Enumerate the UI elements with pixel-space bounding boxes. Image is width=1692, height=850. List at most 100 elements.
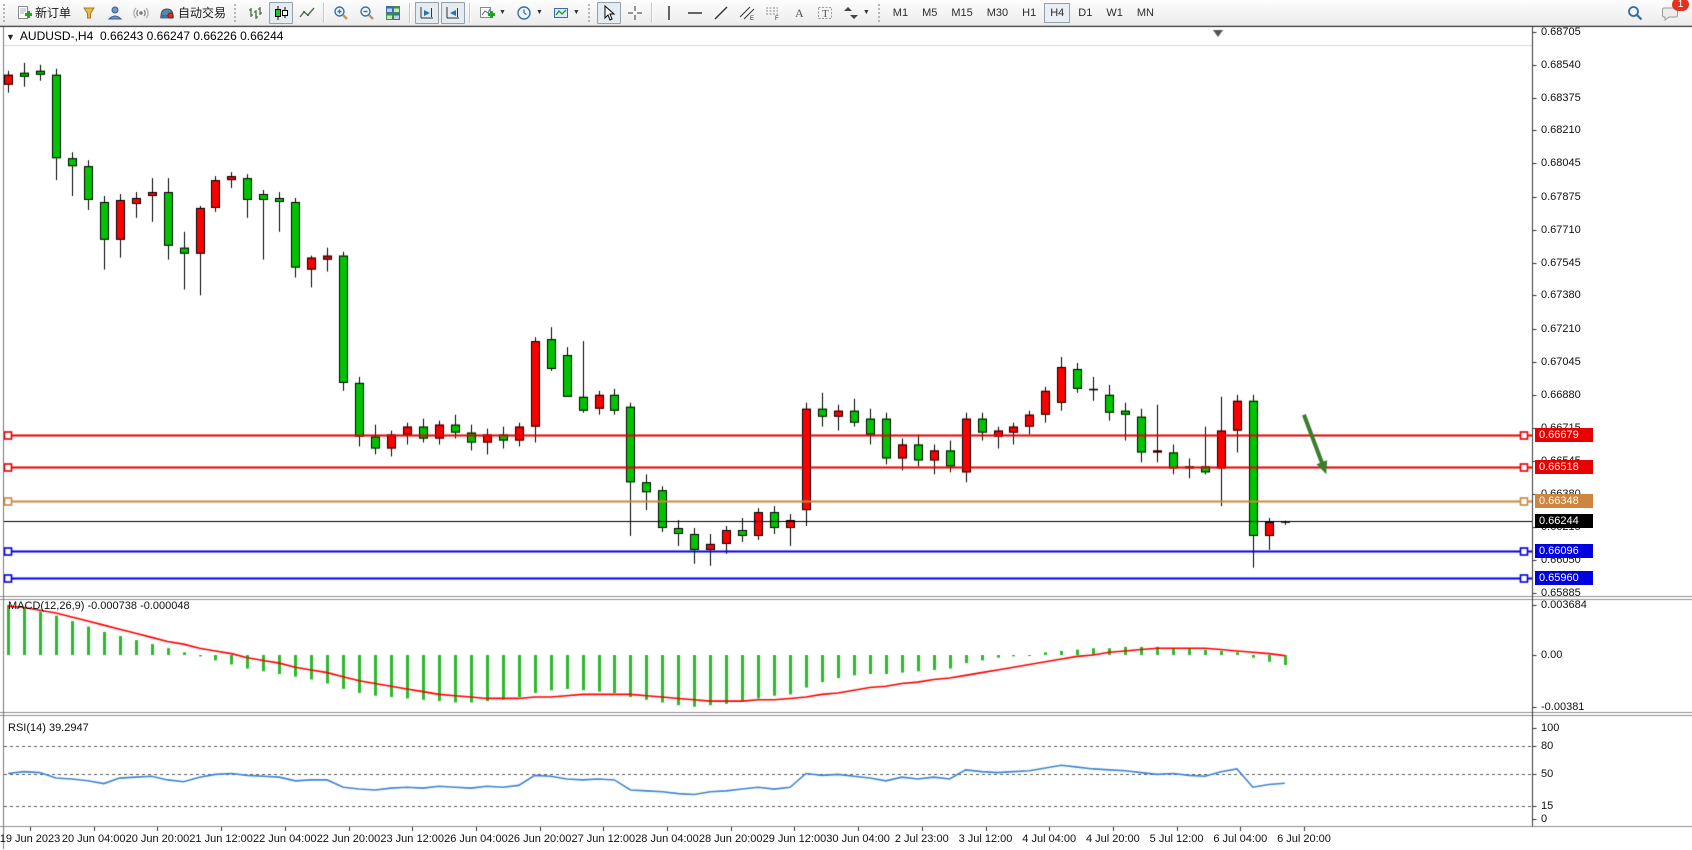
rsi-axis-tick: 15 — [1541, 800, 1553, 812]
timeframe-button-mn[interactable]: MN — [1131, 3, 1160, 23]
macd-axis-tick: 0.00 — [1541, 649, 1562, 661]
crosshair-button[interactable] — [623, 2, 647, 24]
timeframe-button-m1[interactable]: M1 — [887, 3, 914, 23]
zoom-out-button[interactable] — [355, 2, 379, 24]
fibonacci-icon: F — [765, 5, 781, 21]
vertical-line-icon — [661, 5, 677, 21]
arrows-tool-button[interactable]: ▼ — [839, 2, 874, 24]
timeframe-toolbar: M1M5M15M30H1H4D1W1MN — [886, 3, 1161, 23]
date-axis-label: 27 Jun 12:00 — [571, 833, 635, 845]
timeframe-button-m5[interactable]: M5 — [916, 3, 943, 23]
timeframe-button-m15[interactable]: M15 — [945, 3, 978, 23]
equidistant-channel-tool-button[interactable]: E — [735, 2, 759, 24]
symbol-period-label: AUDUSD-,H4 — [20, 29, 93, 43]
market-watch-button[interactable] — [77, 2, 101, 24]
profile-button[interactable] — [103, 2, 127, 24]
toolbar-grip[interactable] — [588, 4, 593, 22]
vertical-line-tool-button[interactable] — [657, 2, 681, 24]
main-toolbar: 新订单 自动交易 — [0, 0, 1692, 26]
date-axis-label: 23 Jun 12:00 — [380, 833, 444, 845]
search-button[interactable] — [1623, 2, 1647, 24]
toolbar-separator — [469, 3, 471, 23]
new-order-button[interactable]: 新订单 — [12, 2, 75, 24]
horizontal-line-tool-button[interactable] — [683, 2, 707, 24]
text-tool-button[interactable]: A — [787, 2, 811, 24]
rsi-axis-tick: 80 — [1541, 740, 1553, 752]
line-chart-icon — [299, 5, 315, 21]
price-line-tag[interactable]: 0.66348 — [1535, 494, 1593, 508]
candlestick-mode-button[interactable] — [269, 2, 293, 24]
zoom-in-button[interactable] — [329, 2, 353, 24]
trendline-tool-button[interactable] — [709, 2, 733, 24]
svg-text:A: A — [795, 6, 804, 20]
price-axis-tick: 0.65885 — [1541, 587, 1581, 599]
notification-badge: 1 — [1672, 0, 1689, 11]
ohlc-readout: 0.66243 0.66247 0.66226 0.66244 — [100, 29, 284, 43]
chart-shift-button[interactable] — [415, 2, 439, 24]
line-chart-mode-button[interactable] — [295, 2, 319, 24]
timeframe-button-m30[interactable]: M30 — [981, 3, 1014, 23]
toolbar-grip[interactable] — [878, 4, 883, 22]
price-line-tag[interactable]: 0.66679 — [1535, 428, 1593, 442]
indicators-button[interactable]: ▼ — [475, 2, 510, 24]
macd-axis-tick: 0.003684 — [1541, 599, 1587, 611]
timeframe-button-d1[interactable]: D1 — [1072, 3, 1098, 23]
template-icon — [553, 5, 569, 21]
auto-scroll-icon — [445, 5, 461, 21]
trendline-icon — [713, 5, 729, 21]
price-axis-tick: 0.68540 — [1541, 59, 1581, 71]
clock-icon — [516, 5, 532, 21]
price-line-tag[interactable]: 0.65960 — [1535, 571, 1593, 585]
chart-window: ▼ AUDUSD-,H4 0.66243 0.66247 0.66226 0.66… — [0, 26, 1692, 850]
bar-chart-mode-button[interactable] — [243, 2, 267, 24]
periods-button[interactable]: ▼ — [512, 2, 547, 24]
price-line-tag[interactable]: 0.66244 — [1535, 514, 1593, 528]
svg-text:T: T — [822, 8, 829, 20]
date-axis-label: 21 Jun 12:00 — [189, 833, 253, 845]
date-axis-label: 20 Jun 20:00 — [126, 833, 190, 845]
price-chart-canvas[interactable] — [0, 26, 1692, 850]
toolbar-grip[interactable] — [234, 4, 239, 22]
timeframe-button-h4[interactable]: H4 — [1044, 3, 1070, 23]
date-axis-label: 4 Jul 04:00 — [1022, 833, 1076, 845]
templates-button[interactable]: ▼ — [549, 2, 584, 24]
collapse-triangle-icon[interactable]: ▼ — [6, 32, 15, 42]
auto-trading-button[interactable]: 自动交易 — [155, 2, 230, 24]
text-label-tool-button[interactable]: T — [813, 2, 837, 24]
signal-icon — [133, 5, 149, 21]
date-axis-label: 6 Jul 04:00 — [1213, 833, 1267, 845]
profile-icon — [107, 5, 123, 21]
price-axis-tick: 0.68705 — [1541, 26, 1581, 38]
timeframe-button-w1[interactable]: W1 — [1100, 3, 1129, 23]
toolbar-grip[interactable] — [3, 4, 8, 22]
price-line-tag[interactable]: 0.66518 — [1535, 460, 1593, 474]
chevron-down-icon: ▼ — [863, 9, 870, 16]
price-axis-tick: 0.67545 — [1541, 257, 1581, 269]
signals-button[interactable] — [129, 2, 153, 24]
price-line-tag[interactable]: 0.66096 — [1535, 544, 1593, 558]
macd-axis-tick: -0.00381 — [1541, 701, 1584, 713]
text-label-icon: T — [817, 5, 833, 21]
date-axis-label: 26 Jun 20:00 — [508, 833, 572, 845]
notifications-button[interactable]: 1 — [1658, 2, 1683, 24]
zoom-out-icon — [359, 5, 375, 21]
auto-trading-icon — [159, 5, 175, 21]
price-axis-tick: 0.68210 — [1541, 124, 1581, 136]
price-axis-tick: 0.67045 — [1541, 356, 1581, 368]
bar-chart-icon — [247, 5, 263, 21]
auto-scroll-button[interactable] — [441, 2, 465, 24]
macd-indicator-label: MACD(12,26,9) -0.000738 -0.000048 — [8, 600, 190, 612]
fibonacci-tool-button[interactable]: F — [761, 2, 785, 24]
price-axis-tick: 0.67210 — [1541, 323, 1581, 335]
svg-text:E: E — [750, 16, 754, 21]
date-axis-label: 6 Jul 20:00 — [1277, 833, 1331, 845]
chevron-down-icon: ▼ — [573, 9, 580, 16]
timeframe-button-h1[interactable]: H1 — [1016, 3, 1042, 23]
cursor-arrow-icon — [601, 5, 617, 21]
rsi-indicator-label: RSI(14) 39.2947 — [8, 722, 89, 734]
price-axis-tick: 0.67710 — [1541, 224, 1581, 236]
cursor-button[interactable] — [597, 2, 621, 24]
toolbar-separator — [651, 3, 653, 23]
price-axis-tick: 0.67875 — [1541, 191, 1581, 203]
tile-windows-button[interactable] — [381, 2, 405, 24]
